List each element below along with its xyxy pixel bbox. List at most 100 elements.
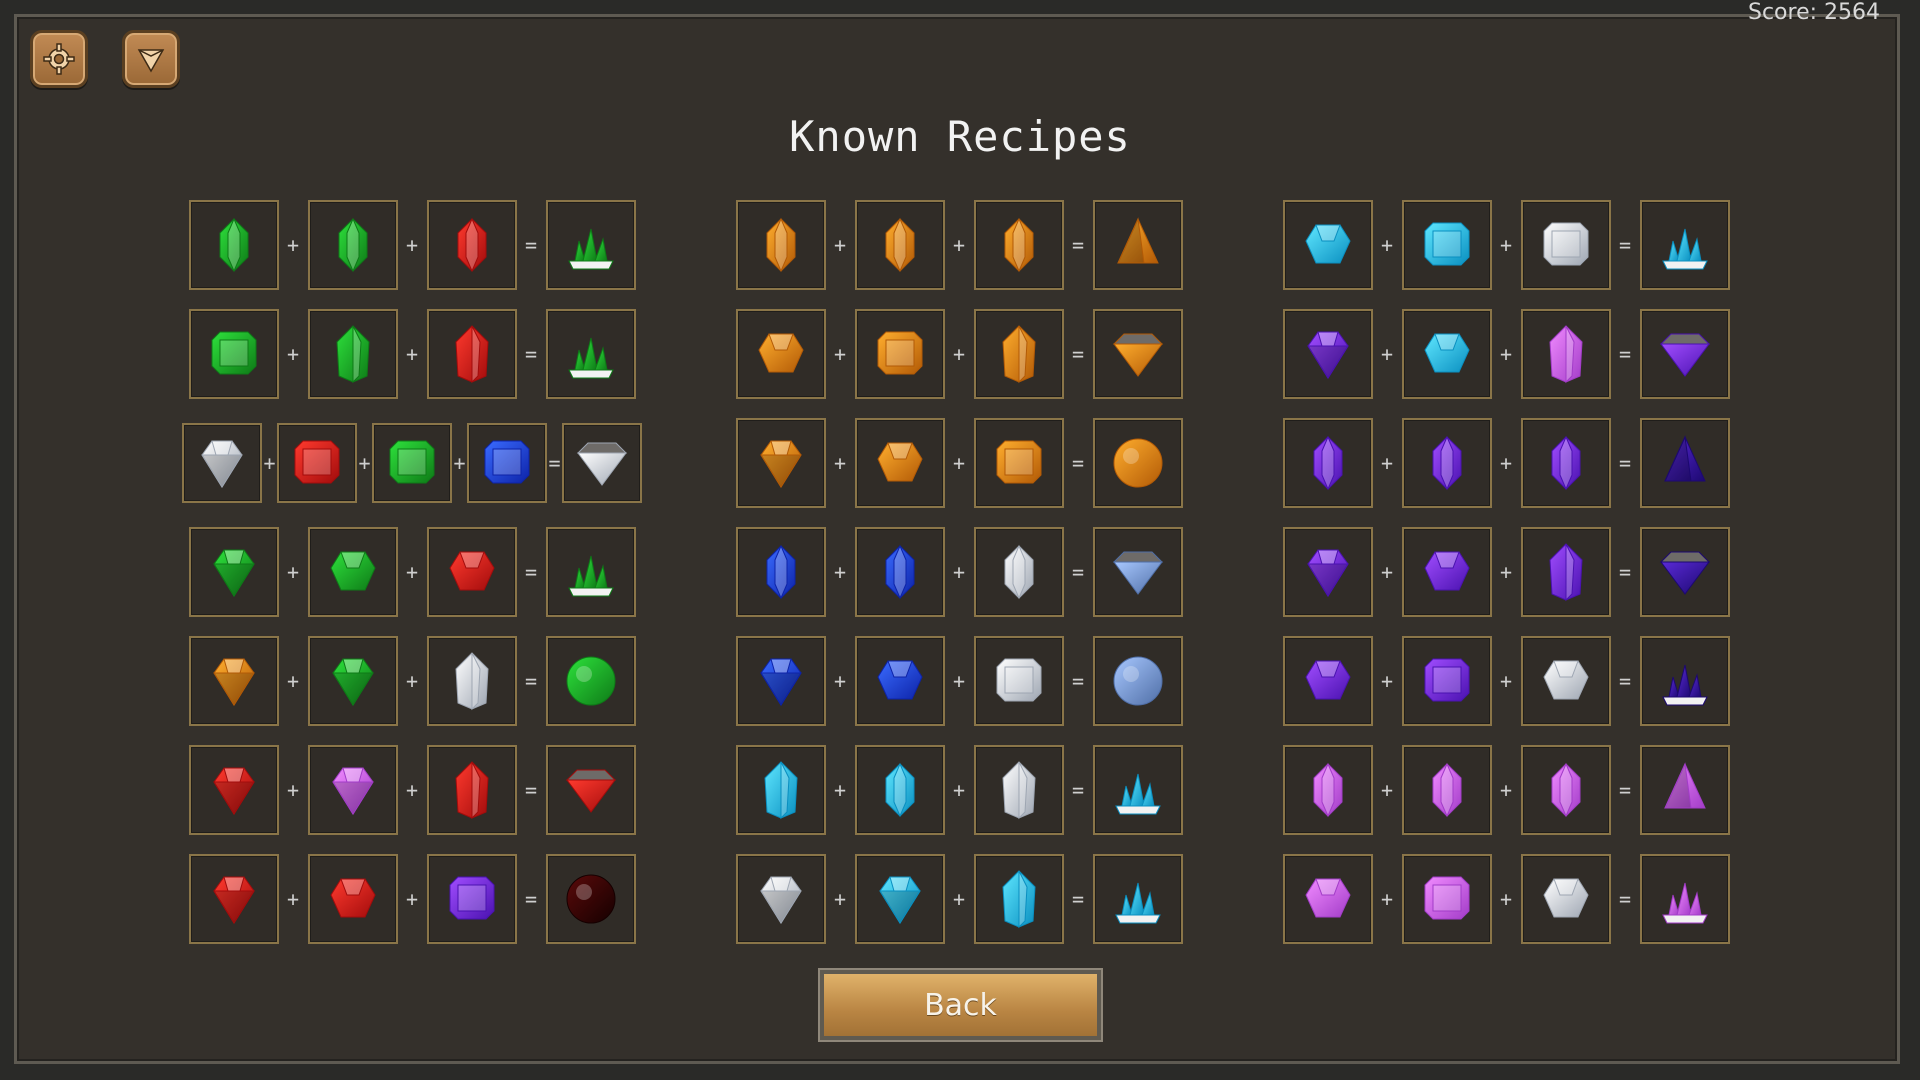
plus-sign: + (952, 233, 966, 257)
recipe-result-slot (562, 423, 642, 503)
plus-sign: + (405, 669, 419, 693)
plus-sign: + (1380, 560, 1394, 584)
recipe-result-slot (1092, 309, 1183, 399)
equals-sign: = (1618, 778, 1632, 802)
recipe-result-slot (1639, 636, 1730, 726)
plus-sign: + (833, 887, 847, 911)
recipe-ingredient-slot (1401, 636, 1492, 726)
recipe-result-slot (1092, 418, 1183, 508)
recipe-result-slot (545, 527, 636, 617)
page-title: Known Recipes (789, 112, 1131, 161)
equals-sign: = (1618, 342, 1632, 366)
recipe-ingredient-slot (854, 309, 945, 399)
plus-sign: + (1499, 451, 1513, 475)
green-orb-gem-icon (566, 656, 615, 706)
cyan-cluster-gem-icon (1114, 773, 1161, 815)
recipe-ingredient-slot (854, 636, 945, 726)
recipe-ingredient-slot (854, 418, 945, 508)
plus-sign: + (1499, 342, 1513, 366)
plus-sign: + (833, 451, 847, 475)
darkred-orb-gem-icon (566, 874, 615, 924)
pink-round-gem-icon (331, 767, 374, 815)
recipe-ingredient-slot (1401, 309, 1492, 399)
recipe-ingredient-slot (1401, 745, 1492, 835)
green-square-gem-icon (211, 331, 256, 375)
red-octa-gem-icon (448, 551, 495, 591)
recipe-ingredient-slot (467, 423, 547, 503)
recipe-ingredient-slot (188, 854, 279, 944)
recipe-ingredient-slot (1282, 854, 1373, 944)
recipe-result-slot (545, 309, 636, 399)
plus-sign: + (405, 560, 419, 584)
recipe-ingredient-slot (372, 423, 452, 503)
cyan-gem-gem-icon (885, 762, 914, 818)
recipe-ingredient-slot (1282, 527, 1373, 617)
recipe-result-slot (1639, 854, 1730, 944)
recipe-ingredient-slot (1401, 527, 1492, 617)
purple-round-gem-icon (1306, 331, 1349, 379)
equals-sign: = (1071, 778, 1085, 802)
recipe-ingredient-slot (1282, 636, 1373, 726)
equals-sign: = (524, 669, 538, 693)
orange-gem-gem-icon (1004, 217, 1033, 273)
recipe-ingredient-slot (735, 527, 826, 617)
equals-sign: = (1071, 560, 1085, 584)
plus-sign: + (1380, 669, 1394, 693)
plus-sign: + (405, 342, 419, 366)
equals-sign: = (1071, 887, 1085, 911)
plus-sign: + (286, 778, 300, 802)
green-round-gem-icon (331, 658, 374, 706)
white-octa-gem-icon (1542, 660, 1589, 700)
red-round-gem-icon (212, 767, 255, 815)
plus-sign: + (833, 669, 847, 693)
plus-sign: + (833, 233, 847, 257)
recipe-result-slot (1092, 200, 1183, 290)
red-fan-gem-icon (565, 769, 616, 813)
recipe-ingredient-slot (735, 418, 826, 508)
purple-tall-gem-icon (1548, 543, 1583, 602)
recipe-ingredient-slot (1401, 200, 1492, 290)
white-square-gem-icon (996, 658, 1041, 702)
equals-sign: = (1618, 560, 1632, 584)
purple-fan-gem-icon (1659, 333, 1710, 377)
purple-gem-gem-icon (1551, 435, 1580, 491)
purple-octa-gem-icon (1423, 551, 1470, 591)
recipe-ingredient-slot (1520, 200, 1611, 290)
plus-sign: + (1499, 887, 1513, 911)
cyan-tall-gem-icon (1001, 870, 1036, 929)
recipe-ingredient-slot (735, 200, 826, 290)
orange-round-gem-icon (212, 658, 255, 706)
gem-button[interactable] (122, 30, 180, 88)
plus-sign: + (952, 887, 966, 911)
purple-gem-gem-icon (1432, 435, 1461, 491)
plus-sign: + (1499, 669, 1513, 693)
red-square-gem-icon (294, 440, 340, 484)
red-gem-gem-icon (457, 217, 486, 273)
equals-sign: = (1618, 451, 1632, 475)
equals-sign: = (1071, 233, 1085, 257)
plus-sign: + (1380, 887, 1394, 911)
recipe-ingredient-slot (426, 309, 517, 399)
recipe-ingredient-slot (307, 200, 398, 290)
white-fan-gem-icon (576, 442, 628, 486)
recipe-ingredient-slot (973, 309, 1064, 399)
recipe-ingredient-slot (307, 636, 398, 726)
recipe-ingredient-slot (1282, 200, 1373, 290)
recipe-ingredient-slot (973, 418, 1064, 508)
settings-button[interactable] (30, 30, 88, 88)
back-button[interactable]: Back (818, 968, 1103, 1042)
green-gem-gem-icon (219, 217, 248, 273)
recipe-ingredient-slot (426, 636, 517, 726)
purple-gem-gem-icon (1313, 435, 1342, 491)
red-octa-gem-icon (329, 878, 376, 918)
pink-pyramid-gem-icon (1663, 762, 1706, 809)
recipe-ingredient-slot (735, 309, 826, 399)
recipe-ingredient-slot (307, 527, 398, 617)
plus-sign: + (833, 778, 847, 802)
plus-sign: + (1499, 778, 1513, 802)
recipe-result-slot (1092, 854, 1183, 944)
white-square-gem-icon (1543, 222, 1588, 266)
recipe-ingredient-slot (307, 309, 398, 399)
lightblue-orb-gem-icon (1113, 656, 1162, 706)
recipe-result-slot (1639, 418, 1730, 508)
